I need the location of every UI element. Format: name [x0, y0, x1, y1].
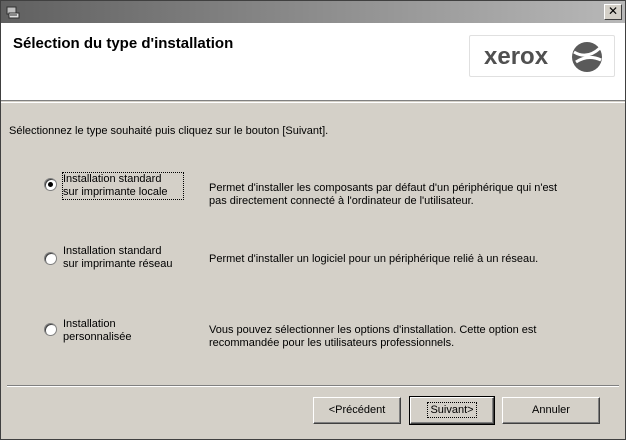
next-button-label: Suivant>: [427, 402, 477, 418]
wizard-header: Sélection du type d'installation xerox: [1, 23, 625, 101]
option-network-desc-line1: Permet d'installer un logiciel pour un p…: [209, 253, 539, 265]
option-custom-desc-line1: Vous pouvez sélectionner les options d'i…: [209, 324, 537, 336]
option-network-label-line1: Installation standard: [63, 245, 162, 257]
next-button[interactable]: Suivant>: [409, 396, 495, 425]
option-local-label[interactable]: Installation standard sur imprimante loc…: [62, 172, 184, 200]
footer-divider: [7, 385, 619, 387]
option-custom-label-line1: Installation: [63, 318, 116, 330]
option-local-desc-line2: pas directement connecté à l'ordinateur …: [209, 195, 474, 207]
installer-icon: [6, 6, 20, 19]
option-custom-desc: Vous pouvez sélectionner les options d'i…: [209, 324, 609, 350]
option-custom-label-line2: personnalisée: [63, 331, 132, 343]
radio-network[interactable]: [44, 252, 57, 265]
option-local-desc-line1: Permet d'installer les composants par dé…: [209, 182, 558, 194]
xerox-logo: xerox: [469, 35, 615, 77]
cancel-button-label: Annuler: [532, 404, 570, 416]
xerox-sphere-icon: [572, 42, 602, 72]
back-button[interactable]: <Précédent: [313, 397, 401, 424]
option-local-label-line1: Installation standard: [63, 173, 162, 185]
option-network-label-line2: sur imprimante réseau: [63, 258, 173, 270]
close-button[interactable]: ✕: [604, 4, 622, 20]
page-title: Sélection du type d'installation: [13, 35, 234, 52]
option-custom-label[interactable]: Installation personnalisée: [63, 318, 183, 344]
option-network-desc: Permet d'installer un logiciel pour un p…: [209, 253, 609, 266]
option-custom-desc-line2: recommandée pour les utilisateurs profes…: [209, 337, 455, 349]
option-local-label-line2: sur imprimante locale: [63, 186, 168, 198]
logo-text: xerox: [484, 43, 549, 70]
radio-custom[interactable]: [44, 323, 57, 336]
installer-window: ✕ Sélection du type d'installation xerox…: [0, 0, 626, 440]
back-button-label: <Précédent: [328, 404, 386, 416]
cancel-button[interactable]: Annuler: [502, 397, 600, 424]
instruction-text: Sélectionnez le type souhaité puis cliqu…: [9, 125, 329, 137]
title-bar: ✕: [1, 1, 625, 23]
radio-local[interactable]: [44, 178, 57, 191]
option-local-desc: Permet d'installer les composants par dé…: [209, 182, 609, 208]
option-network-label[interactable]: Installation standard sur imprimante rés…: [63, 245, 183, 271]
header-divider: [1, 102, 625, 103]
